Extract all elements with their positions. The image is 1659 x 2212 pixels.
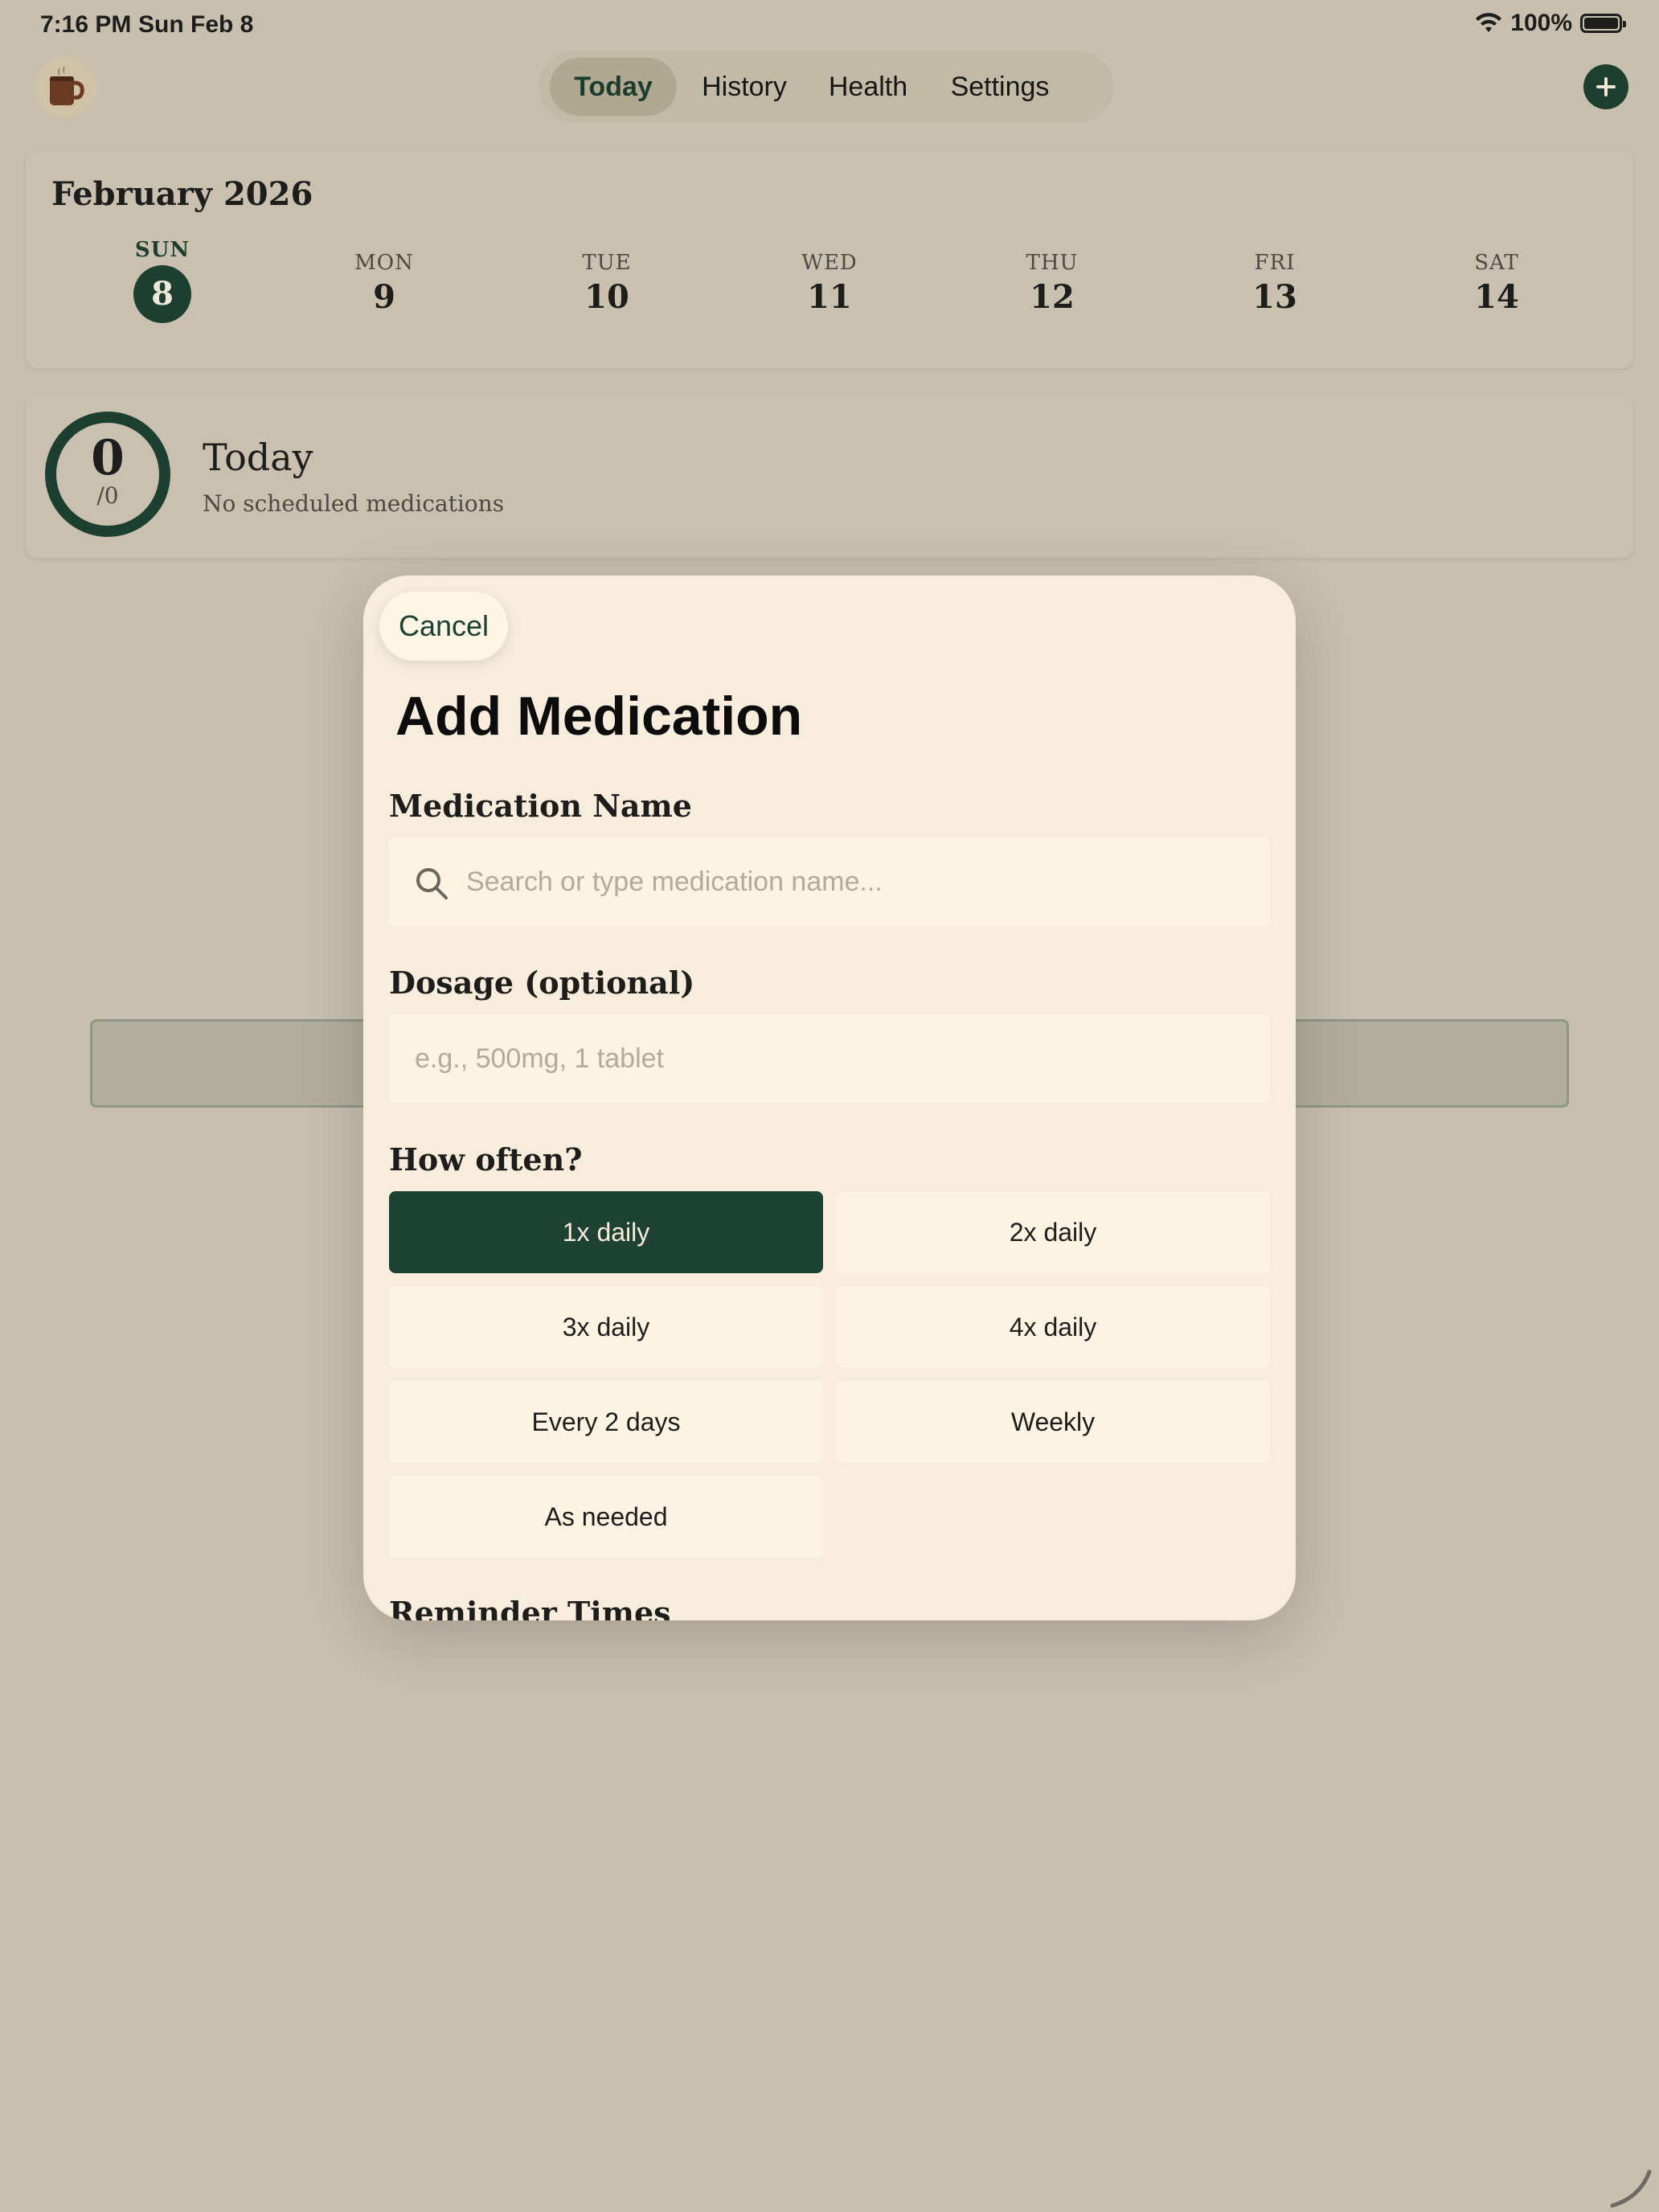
- today-title: Today: [203, 436, 313, 479]
- frequency-option-3x-daily[interactable]: 3x daily: [389, 1286, 823, 1368]
- frequency-label: How often?: [389, 1141, 583, 1178]
- day-number: 8: [133, 265, 191, 323]
- day-name: FRI: [1254, 251, 1296, 275]
- search-icon: [416, 868, 448, 899]
- dosage-label: Dosage (optional): [389, 965, 695, 1001]
- battery-icon: [1580, 14, 1626, 33]
- day-tue[interactable]: TUE 10: [543, 251, 671, 316]
- day-name: MON: [354, 251, 414, 275]
- day-thu[interactable]: THU 12: [988, 251, 1116, 316]
- day-mon[interactable]: MON 9: [320, 251, 449, 316]
- frequency-option-every-2-days[interactable]: Every 2 days: [389, 1381, 823, 1463]
- month-title: February 2026: [51, 175, 313, 213]
- medication-name-label: Medication Name: [389, 788, 692, 824]
- frequency-option-as-needed[interactable]: As needed: [389, 1476, 823, 1558]
- frequency-option-1x-daily[interactable]: 1x daily: [389, 1191, 823, 1273]
- day-sun[interactable]: SUN 8: [98, 238, 227, 323]
- frequency-option-2x-daily[interactable]: 2x daily: [836, 1191, 1270, 1273]
- day-number: 13: [1252, 278, 1297, 316]
- frequency-option-4x-daily[interactable]: 4x daily: [836, 1286, 1270, 1368]
- day-number: 10: [584, 278, 629, 316]
- status-indicators: 100%: [1475, 10, 1626, 37]
- status-time: 7:16 PM: [40, 11, 132, 38]
- medication-name-field[interactable]: [389, 838, 1270, 926]
- add-medication-button[interactable]: [1583, 64, 1628, 109]
- day-name: SUN: [134, 238, 190, 262]
- add-medication-sheet: Cancel Add Medication Medication Name Do…: [363, 576, 1296, 1620]
- day-wed[interactable]: WED 11: [765, 251, 894, 316]
- sheet-title: Add Medication: [395, 686, 803, 747]
- reminder-times-label: Reminder Times: [389, 1595, 671, 1620]
- frequency-option-weekly[interactable]: Weekly: [836, 1381, 1270, 1463]
- tab-history[interactable]: History: [680, 58, 809, 116]
- day-number: 9: [373, 278, 395, 316]
- total-count: /0: [96, 482, 119, 509]
- taken-count: 0: [91, 430, 125, 486]
- day-number: 11: [807, 278, 852, 316]
- medication-name-input[interactable]: [466, 838, 1270, 926]
- tab-settings[interactable]: Settings: [928, 58, 1072, 116]
- day-number: 14: [1474, 278, 1519, 316]
- day-fri[interactable]: FRI 13: [1210, 251, 1339, 316]
- day-name: TUE: [582, 251, 632, 275]
- status-bar: 7:16 PM Sun Feb 8 100%: [0, 0, 1659, 51]
- nav-tabs: Today History Health Settings: [539, 51, 1114, 122]
- day-number: 12: [1030, 278, 1075, 316]
- day-sat[interactable]: SAT 14: [1432, 251, 1561, 316]
- today-summary-card: 0 /0 Today No scheduled medications: [26, 395, 1633, 558]
- corner-gesture-indicator-icon: [1610, 2169, 1652, 2208]
- tab-health[interactable]: Health: [812, 58, 924, 116]
- tab-today[interactable]: Today: [550, 58, 677, 116]
- day-name: SAT: [1474, 251, 1519, 275]
- status-date: Sun Feb 8: [138, 11, 254, 38]
- day-name: WED: [801, 251, 858, 275]
- battery-percent: 100%: [1510, 10, 1572, 36]
- plus-icon: [1596, 77, 1616, 96]
- cancel-button[interactable]: Cancel: [379, 592, 508, 661]
- today-subtitle: No scheduled medications: [203, 490, 505, 517]
- dosage-field[interactable]: [389, 1014, 1270, 1103]
- app-logo-mug-icon[interactable]: [35, 56, 96, 117]
- dosage-input[interactable]: [415, 1014, 1270, 1103]
- day-name: THU: [1026, 251, 1079, 275]
- week-calendar: February 2026 SUN 8 MON 9 TUE 10 WED 11 …: [26, 151, 1633, 368]
- wifi-icon: [1476, 13, 1502, 32]
- progress-ring: 0 /0: [45, 412, 170, 537]
